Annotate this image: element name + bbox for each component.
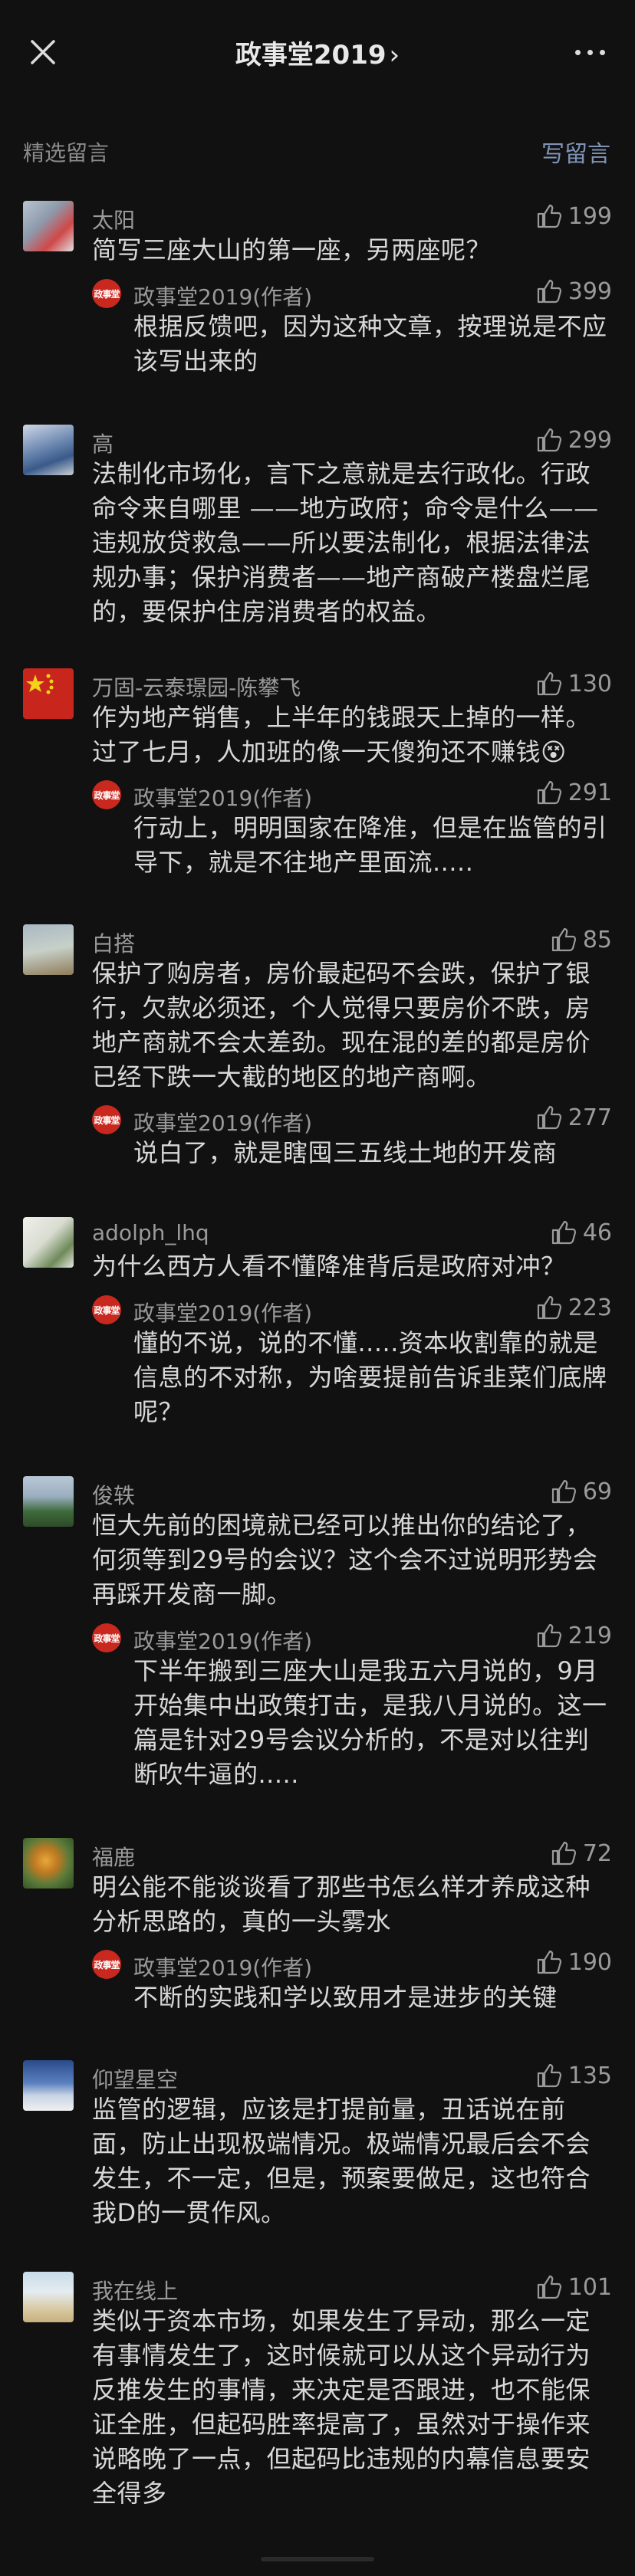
- comment-text: 法制化市场化，言下之意就是去行政化。行政命令来自哪里 ——地方政府；命令是什么—…: [92, 459, 599, 626]
- reply-text: 下半年搬到三座大山是我五六月说的，9月开始集中出政策打击，是我八月说的。这一篇是…: [133, 1656, 607, 1789]
- like-button[interactable]: 101: [536, 2272, 612, 2302]
- thumbs-up-icon: [537, 2063, 561, 2088]
- thumbs-up-icon: [537, 1105, 561, 1130]
- thumbs-up-icon: [551, 1220, 576, 1245]
- commenter-name: 高: [92, 432, 114, 457]
- thumbs-up-icon: [537, 279, 561, 304]
- author-avatar: 政事堂: [92, 279, 121, 308]
- like-count: 72: [582, 1839, 612, 1867]
- avatar[interactable]: [23, 668, 74, 719]
- comment-text: 作为地产销售，上半年的钱跟天上掉的一样。过了七月，人加班的像一天傻狗还不赚钱😵: [92, 703, 591, 766]
- reply-like-button[interactable]: 223: [536, 1292, 612, 1323]
- write-comment-link[interactable]: 写留言: [541, 135, 610, 169]
- comment-text: 保护了购房者，房价最起码不会跌，保护了银行，欠款必须还，个人觉得只要房价不跌，房…: [92, 959, 591, 1091]
- author-avatar: 政事堂: [92, 1105, 121, 1134]
- avatar[interactable]: [23, 201, 74, 251]
- reply-text: 行动上，明明国家在降准，但是在监管的引导下，就是不往地产里面流.....: [133, 813, 607, 877]
- like-count: 299: [568, 426, 612, 454]
- thumbs-up-icon: [551, 1841, 576, 1866]
- thumbs-up-icon: [537, 204, 561, 228]
- reply-like-button[interactable]: 291: [536, 777, 612, 808]
- avatar[interactable]: [23, 2060, 74, 2111]
- author-avatar: 政事堂: [92, 780, 121, 809]
- reply-author-name: 政事堂2019(作者): [133, 1955, 313, 1980]
- like-button[interactable]: 130: [536, 668, 612, 699]
- like-count: 219: [568, 1622, 612, 1649]
- home-indicator: [261, 2557, 374, 2561]
- like-button[interactable]: 46: [551, 1217, 612, 1248]
- top-bar: 政事堂2019 ›: [0, 0, 635, 101]
- comment-text: 恒大先前的困境就已经可以推出你的结论了，何须等到29号的会议？这个会不过说明形势…: [92, 1511, 598, 1609]
- reply-text: 懂的不说，说的不懂.....资本收割靠的就是信息的不对称，为啥要提前告诉韭菜们底…: [133, 1328, 607, 1426]
- like-count: 223: [568, 1294, 612, 1321]
- comment-text: 简写三座大山的第一座，另两座呢？: [92, 235, 492, 264]
- like-button[interactable]: 135: [536, 2060, 612, 2091]
- author-avatar: 政事堂: [92, 1295, 121, 1324]
- like-count: 101: [568, 2273, 612, 2301]
- avatar[interactable]: [23, 2272, 74, 2322]
- thumbs-up-icon: [537, 671, 561, 696]
- account-name[interactable]: 政事堂2019: [235, 40, 387, 71]
- comment-text: 类似于资本市场，如果发生了异动，那么一定有事情发生了，这时候就可以从这个异动行为…: [92, 2306, 591, 2508]
- reply-like-button[interactable]: 219: [536, 1620, 612, 1651]
- thumbs-up-icon: [537, 1950, 561, 1974]
- thumbs-up-icon: [537, 428, 561, 452]
- like-button[interactable]: 72: [551, 1838, 612, 1869]
- reply-like-button[interactable]: 399: [536, 276, 612, 307]
- commenter-name: 白搭: [92, 931, 136, 957]
- reply-author-name: 政事堂2019(作者): [133, 284, 313, 310]
- like-count: 85: [582, 926, 612, 953]
- reply-author-name: 政事堂2019(作者): [133, 786, 313, 811]
- thumbs-up-icon: [537, 2275, 561, 2299]
- thumbs-up-icon: [551, 927, 576, 952]
- thumbs-up-icon: [537, 1295, 561, 1320]
- more-options-icon[interactable]: [572, 38, 609, 66]
- commenter-name: 仰望星空: [92, 2067, 179, 2092]
- reply-text: 根据反馈吧，因为这种文章，按理说是不应该写出来的: [133, 312, 607, 376]
- section-title: 精选留言: [23, 140, 110, 166]
- commenter-name: 福鹿: [92, 1845, 136, 1870]
- like-button[interactable]: 199: [536, 201, 612, 231]
- reply-text: 不断的实践和学以致用才是进步的关键: [133, 1983, 558, 2012]
- avatar[interactable]: [23, 1476, 74, 1527]
- commenter-name: adolph_lhq: [92, 1220, 209, 1245]
- avatar[interactable]: [23, 924, 74, 975]
- like-button[interactable]: 299: [536, 425, 612, 455]
- reply-author-name: 政事堂2019(作者): [133, 1629, 313, 1654]
- thumbs-up-icon: [551, 1479, 576, 1504]
- page-title[interactable]: 政事堂2019 ›: [0, 34, 635, 71]
- reply-like-button[interactable]: 190: [536, 1947, 612, 1977]
- like-count: 399: [568, 277, 612, 305]
- author-avatar: 政事堂: [92, 1950, 121, 1979]
- reply-text: 说白了，就是瞎囤三五线土地的开发商: [133, 1138, 558, 1167]
- avatar[interactable]: [23, 1217, 74, 1268]
- like-button[interactable]: 69: [551, 1476, 612, 1507]
- chevron-right-icon: ›: [389, 40, 400, 71]
- like-count: 190: [568, 1948, 612, 1976]
- commenter-name: 我在线上: [92, 2279, 179, 2304]
- thumbs-up-icon: [537, 780, 561, 805]
- like-count: 46: [582, 1219, 612, 1246]
- like-count: 135: [568, 2062, 612, 2089]
- like-count: 291: [568, 779, 612, 806]
- avatar[interactable]: [23, 1838, 74, 1889]
- avatar[interactable]: [23, 425, 74, 475]
- featured-comments-header: 精选留言 写留言: [0, 132, 635, 170]
- reply-author-name: 政事堂2019(作者): [133, 1111, 313, 1136]
- comment-text: 明公能不能谈谈看了那些书怎么样才养成这种分析思路的，真的一头雾水: [92, 1872, 591, 1936]
- like-count: 130: [568, 670, 612, 697]
- like-count: 277: [568, 1104, 612, 1131]
- comment-text: 为什么西方人看不懂降准背后是政府对冲？: [92, 1252, 566, 1281]
- author-avatar: 政事堂: [92, 1623, 121, 1652]
- thumbs-up-icon: [537, 1623, 561, 1648]
- like-count: 199: [568, 202, 612, 230]
- commenter-name: 太阳: [92, 208, 136, 233]
- commenter-name: 万固-云泰璟园-陈攀飞: [92, 675, 301, 701]
- like-button[interactable]: 85: [551, 924, 612, 955]
- comment-text: 监管的逻辑，应该是打提前量，丑话说在前面，防止出现极端情况。极端情况最后会不会发…: [92, 2095, 591, 2227]
- commenter-name: 俊轶: [92, 1483, 136, 1508]
- like-count: 69: [582, 1478, 612, 1505]
- reply-author-name: 政事堂2019(作者): [133, 1301, 313, 1326]
- reply-like-button[interactable]: 277: [536, 1102, 612, 1133]
